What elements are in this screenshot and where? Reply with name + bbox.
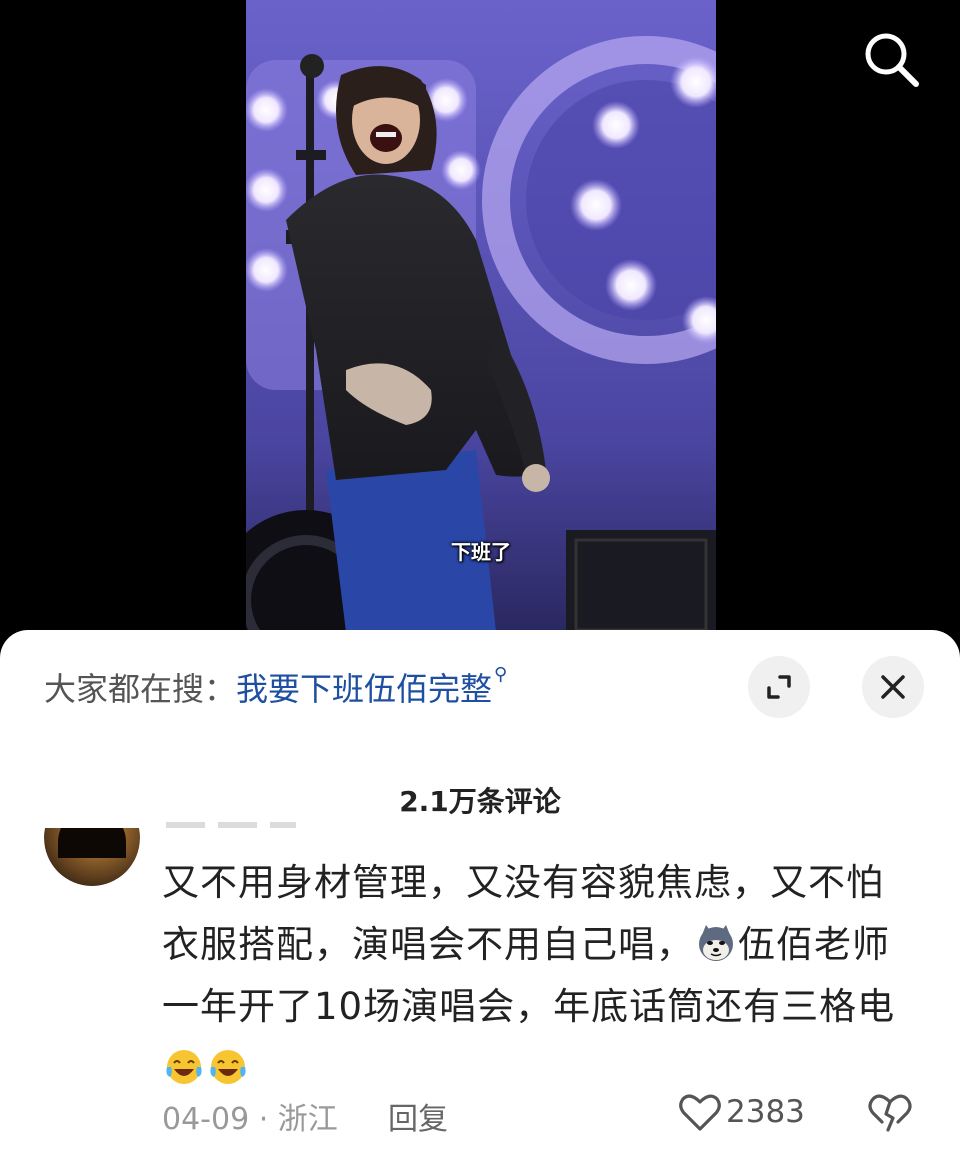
expand-button[interactable]: [748, 656, 810, 718]
dislike-button[interactable]: [866, 1092, 914, 1136]
heart-icon: [679, 1094, 721, 1131]
doge-emoji-icon: [699, 925, 733, 961]
video-player[interactable]: 下班了: [0, 0, 960, 640]
laugh-cry-emoji-icon: [166, 1050, 202, 1084]
comment-sheet: 大家都在搜：我要下班伍佰完整 ⚲ 2.1万条评论 又不用身材管理，又没有容貌焦虑，…: [0, 630, 960, 1162]
comments-count-title: 2.1万条评论: [399, 785, 561, 818]
avatar-image: [44, 828, 140, 886]
trending-search-prefix: 大家都在搜：: [44, 670, 237, 708]
comment-text: 又不用身材管理，又没有容貌焦虑，又不怕衣服搭配，演唱会不用自己唱， 伍佰老师一年…: [162, 852, 902, 1100]
close-button[interactable]: [862, 656, 924, 718]
search-button[interactable]: [860, 28, 924, 92]
like-count: 2383: [726, 1094, 805, 1130]
dislike-icon: [868, 1094, 912, 1132]
video-frame[interactable]: 下班了: [246, 0, 716, 632]
trending-search-link[interactable]: 我要下班伍佰完整 ⚲: [236, 664, 507, 708]
video-subtitle: 下班了: [451, 540, 511, 564]
trending-search-query: 我要下班伍佰完整: [236, 670, 493, 708]
like-button[interactable]: 2383: [678, 1092, 805, 1136]
avatar[interactable]: [44, 828, 140, 886]
avatar-body-shape: [58, 828, 126, 858]
close-icon: [881, 675, 905, 699]
search-icon: [865, 33, 919, 87]
search-icon: ⚲: [494, 664, 508, 685]
expand-icon: [767, 675, 791, 699]
laugh-cry-emoji-icon: [210, 1050, 246, 1084]
comment-date-location: 04-09 · 浙江: [162, 1102, 338, 1137]
username-cropped[interactable]: [166, 822, 296, 828]
reply-button[interactable]: 回复: [388, 1094, 448, 1138]
trending-search-bar: 大家都在搜：我要下班伍佰完整 ⚲: [44, 664, 507, 710]
